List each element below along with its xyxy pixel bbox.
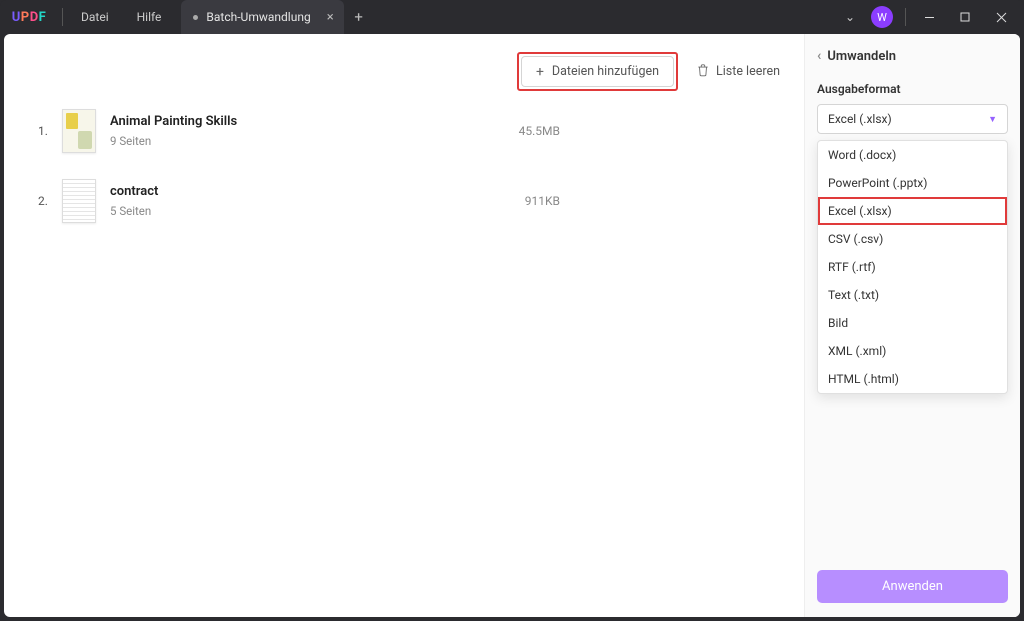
separator [905, 8, 906, 26]
apply-button[interactable]: Anwenden [817, 570, 1008, 603]
format-option-word[interactable]: Word (.docx) [818, 141, 1007, 169]
format-option-html[interactable]: HTML (.html) [818, 365, 1007, 393]
format-option-excel[interactable]: Excel (.xlsx) [818, 197, 1007, 225]
avatar-initial: W [877, 11, 887, 24]
logo-letter: F [39, 10, 47, 25]
clear-list-label: Liste leeren [716, 64, 780, 79]
back-icon[interactable]: ‹ [817, 48, 821, 64]
chevron-down-icon[interactable]: ⌄ [837, 10, 863, 24]
tab-indicator-icon [193, 15, 198, 20]
maximize-button[interactable] [948, 3, 982, 31]
file-row[interactable]: 2. contract 5 Seiten 911KB [38, 179, 780, 223]
file-list: 1. Animal Painting Skills 9 Seiten 45.5M… [38, 109, 780, 223]
file-name: Animal Painting Skills [110, 114, 237, 129]
trash-icon [696, 63, 710, 81]
close-button[interactable] [984, 3, 1018, 31]
format-option-rtf[interactable]: RTF (.rtf) [818, 253, 1007, 281]
logo-letter: P [21, 10, 30, 25]
add-files-label: Dateien hinzufügen [552, 64, 659, 79]
file-info: contract 5 Seiten [110, 184, 158, 218]
sidebar-title: Umwandeln [827, 49, 896, 64]
titlebar: U P D F Datei Hilfe Batch-Umwandlung × +… [0, 0, 1024, 34]
main-panel: + Dateien hinzufügen Liste leeren 1. [4, 34, 804, 617]
body: + Dateien hinzufügen Liste leeren 1. [4, 34, 1020, 617]
caret-down-icon: ▼ [988, 114, 997, 125]
minimize-icon [924, 12, 935, 23]
menu-help[interactable]: Hilfe [123, 0, 176, 34]
sidebar: ‹ Umwandeln Ausgabeformat Excel (.xlsx) … [804, 34, 1020, 617]
format-option-image[interactable]: Bild [818, 309, 1007, 337]
add-files-highlight: + Dateien hinzufügen [517, 52, 678, 91]
output-format-select[interactable]: Excel (.xlsx) ▼ [817, 104, 1008, 134]
tab-batch-conversion[interactable]: Batch-Umwandlung × [181, 0, 343, 34]
new-tab-button[interactable]: + [344, 0, 374, 34]
file-name: contract [110, 184, 158, 199]
apply-label: Anwenden [882, 579, 943, 594]
file-pages: 9 Seiten [110, 134, 237, 148]
file-pages: 5 Seiten [110, 204, 158, 218]
tab-label: Batch-Umwandlung [206, 10, 310, 24]
file-size: 45.5MB [519, 124, 560, 138]
file-size: 911KB [525, 194, 560, 208]
file-index: 1. [38, 124, 62, 138]
file-row[interactable]: 1. Animal Painting Skills 9 Seiten 45.5M… [38, 109, 780, 153]
close-icon [996, 12, 1007, 23]
selected-format: Excel (.xlsx) [828, 112, 892, 126]
close-tab-icon[interactable]: × [327, 10, 334, 25]
minimize-button[interactable] [912, 3, 946, 31]
file-info: Animal Painting Skills 9 Seiten [110, 114, 237, 148]
format-option-xml[interactable]: XML (.xml) [818, 337, 1007, 365]
logo-letter: D [30, 10, 39, 25]
plus-icon: + [536, 65, 544, 79]
format-option-csv[interactable]: CSV (.csv) [818, 225, 1007, 253]
add-files-button[interactable]: + Dateien hinzufügen [521, 56, 674, 87]
maximize-icon [960, 12, 970, 22]
clear-list-button[interactable]: Liste leeren [696, 63, 780, 81]
sidebar-header: ‹ Umwandeln [817, 48, 1008, 64]
logo-letter: U [12, 10, 21, 25]
format-dropdown: Word (.docx) PowerPoint (.pptx) Excel (.… [817, 140, 1008, 394]
format-option-powerpoint[interactable]: PowerPoint (.pptx) [818, 169, 1007, 197]
file-thumbnail [62, 109, 96, 153]
app-window: U P D F Datei Hilfe Batch-Umwandlung × +… [0, 0, 1024, 621]
format-option-text[interactable]: Text (.txt) [818, 281, 1007, 309]
avatar[interactable]: W [871, 6, 893, 28]
main-toolbar: + Dateien hinzufügen Liste leeren [38, 52, 780, 91]
file-index: 2. [38, 194, 62, 208]
file-thumbnail [62, 179, 96, 223]
titlebar-right: ⌄ W [837, 3, 1024, 31]
separator [62, 8, 63, 26]
output-format-label: Ausgabeformat [817, 82, 1008, 96]
app-logo: U P D F [0, 10, 58, 25]
tabbar: Batch-Umwandlung × + [181, 0, 373, 34]
menu-file[interactable]: Datei [67, 0, 123, 34]
